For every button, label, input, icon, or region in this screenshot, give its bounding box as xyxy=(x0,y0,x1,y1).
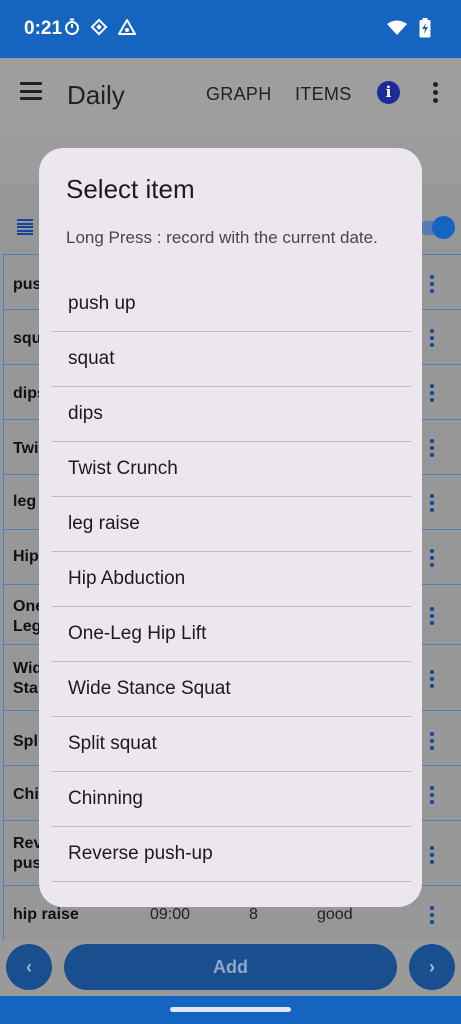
dialog-item-label: leg raise xyxy=(68,513,140,534)
info-icon[interactable]: i xyxy=(377,81,400,104)
more-vert-icon[interactable] xyxy=(430,439,434,457)
dialog-item-reverse-push-up[interactable]: Reverse push-up xyxy=(51,827,411,882)
more-vert-icon[interactable] xyxy=(430,607,434,625)
row-name: hip raise xyxy=(13,906,79,923)
dialog-item-twist-crunch[interactable]: Twist Crunch xyxy=(51,442,411,497)
more-vert-icon[interactable] xyxy=(430,329,434,347)
dialog-item-label: squat xyxy=(68,348,115,369)
triangle-icon xyxy=(118,18,136,41)
graph-button[interactable]: GRAPH xyxy=(206,84,272,105)
dialog-item-hip-abduction[interactable]: Hip Abduction xyxy=(51,552,411,607)
toggle-knob xyxy=(432,216,455,239)
more-vert-icon[interactable] xyxy=(433,82,439,103)
status-bar: 0:21 xyxy=(0,0,461,58)
stopwatch-icon xyxy=(64,18,80,41)
app-bar: Daily GRAPH ITEMS i xyxy=(0,58,461,132)
diamond-icon xyxy=(90,18,108,41)
dialog-item-label: dips xyxy=(68,403,103,424)
more-vert-icon[interactable] xyxy=(430,275,434,293)
navigation-bar xyxy=(0,996,461,1024)
dialog-item-label: Wide Stance Squat xyxy=(68,678,231,699)
dialog-item-chinning[interactable]: Chinning xyxy=(51,772,411,827)
next-button[interactable]: › xyxy=(409,944,455,990)
menu-icon[interactable] xyxy=(20,82,42,100)
items-button[interactable]: ITEMS xyxy=(295,84,352,105)
more-vert-icon[interactable] xyxy=(430,494,434,512)
dialog-item-one-leg-hip-lift[interactable]: One-Leg Hip Lift xyxy=(51,607,411,662)
dialog-item-leg-raise[interactable]: leg raise xyxy=(51,497,411,552)
dialog-message: Long Press : record with the current dat… xyxy=(66,228,378,247)
dialog-item-dips[interactable]: dips xyxy=(51,387,411,442)
dialog-item-label: Twist Crunch xyxy=(68,458,178,479)
dialog-item-split-squat[interactable]: Split squat xyxy=(51,717,411,772)
more-vert-icon[interactable] xyxy=(430,549,434,567)
more-vert-icon[interactable] xyxy=(430,846,434,864)
dialog-item-wide-stance-squat[interactable]: Wide Stance Squat xyxy=(51,662,411,717)
more-vert-icon[interactable] xyxy=(430,384,434,402)
select-item-dialog: Select item Long Press : record with the… xyxy=(39,148,422,907)
more-vert-icon[interactable] xyxy=(430,906,434,924)
home-handle[interactable] xyxy=(170,1007,291,1012)
row-time: 09:00 xyxy=(150,906,191,923)
dialog-title: Select item xyxy=(66,174,195,204)
dialog-item-label: Split squat xyxy=(68,733,157,754)
row-count: 8 xyxy=(249,906,258,923)
dialog-item-push-up[interactable]: push up xyxy=(51,277,411,332)
status-time: 0:21 xyxy=(24,18,63,39)
dialog-item-squat[interactable]: squat xyxy=(51,332,411,387)
dialog-item-label: Chinning xyxy=(68,788,143,809)
more-vert-icon[interactable] xyxy=(430,786,434,804)
list-view-icon[interactable] xyxy=(17,219,33,235)
wifi-icon xyxy=(387,20,407,41)
dialog-item-label: Reverse push-up xyxy=(68,843,213,864)
prev-button[interactable]: ‹ xyxy=(6,944,52,990)
dialog-item-label: push up xyxy=(68,293,136,314)
more-vert-icon[interactable] xyxy=(430,670,434,688)
page-title: Daily xyxy=(67,80,125,110)
more-vert-icon[interactable] xyxy=(430,732,434,750)
row-rating: good xyxy=(317,906,353,923)
dialog-item-label: Hip Abduction xyxy=(68,568,186,589)
battery-icon xyxy=(419,18,431,43)
add-button[interactable]: Add xyxy=(64,944,397,990)
bottom-bar: ‹ Add › xyxy=(0,940,461,996)
dialog-item-label: One-Leg Hip Lift xyxy=(68,623,207,644)
